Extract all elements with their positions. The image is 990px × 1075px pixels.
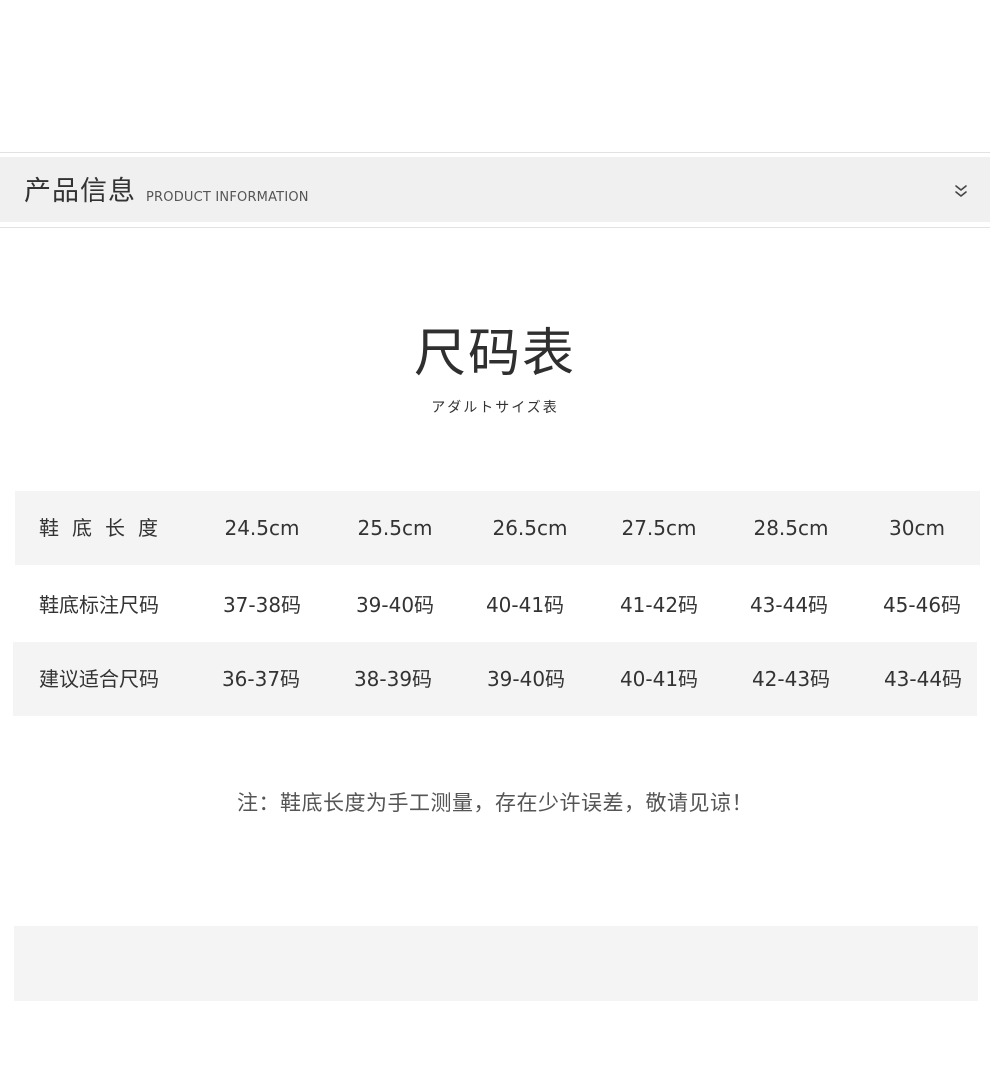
size-cell: 37-38码 <box>222 593 302 617</box>
size-cell: 42-43码 <box>751 667 831 691</box>
size-row-recommended: 建议适合尺码 36-37码 38-39码 39-40码 40-41码 42-43… <box>0 642 990 716</box>
size-cell: 45-46码 <box>882 593 962 617</box>
size-chart-subtitle: アダルトサイズ表 <box>431 400 559 416</box>
size-cell: 40-41码 <box>485 593 565 617</box>
size-cell: 38-39码 <box>353 667 433 691</box>
size-cell: 43-44码 <box>749 593 829 617</box>
size-cell: 39-40码 <box>486 667 566 691</box>
size-cell: 25.5cm <box>357 516 433 540</box>
row-label: 鞋底长度 <box>39 516 171 540</box>
size-cell: 28.5cm <box>753 516 829 540</box>
header-divider-bottom <box>0 227 990 228</box>
size-cell: 36-37码 <box>221 667 301 691</box>
header-subtitle: PRODUCT INFORMATION <box>146 190 309 205</box>
row-label: 建议适合尺码 <box>39 667 159 691</box>
size-cell: 43-44码 <box>883 667 963 691</box>
size-chart-title: 尺码表 <box>413 324 576 384</box>
size-cell: 27.5cm <box>621 516 697 540</box>
measurement-note: 注：鞋底长度为手工测量，存在少许误差，敬请见谅！ <box>237 791 753 815</box>
size-cell: 26.5cm <box>492 516 568 540</box>
size-row-sole-length: 鞋底长度 24.5cm 25.5cm 26.5cm 27.5cm 28.5cm … <box>0 491 990 565</box>
size-cell: 41-42码 <box>619 593 699 617</box>
size-cell: 24.5cm <box>224 516 300 540</box>
size-row-sole-marked: 鞋底标注尺码 37-38码 39-40码 40-41码 41-42码 43-44… <box>0 568 990 642</box>
header-divider-top <box>0 152 990 153</box>
size-cell: 30cm <box>889 516 945 540</box>
footer-panel <box>14 926 978 1001</box>
size-cell: 39-40码 <box>355 593 435 617</box>
header-title: 产品信息 <box>24 176 136 207</box>
size-cell: 40-41码 <box>619 667 699 691</box>
double-chevron-down-icon[interactable] <box>952 182 970 200</box>
row-label: 鞋底标注尺码 <box>39 593 159 617</box>
